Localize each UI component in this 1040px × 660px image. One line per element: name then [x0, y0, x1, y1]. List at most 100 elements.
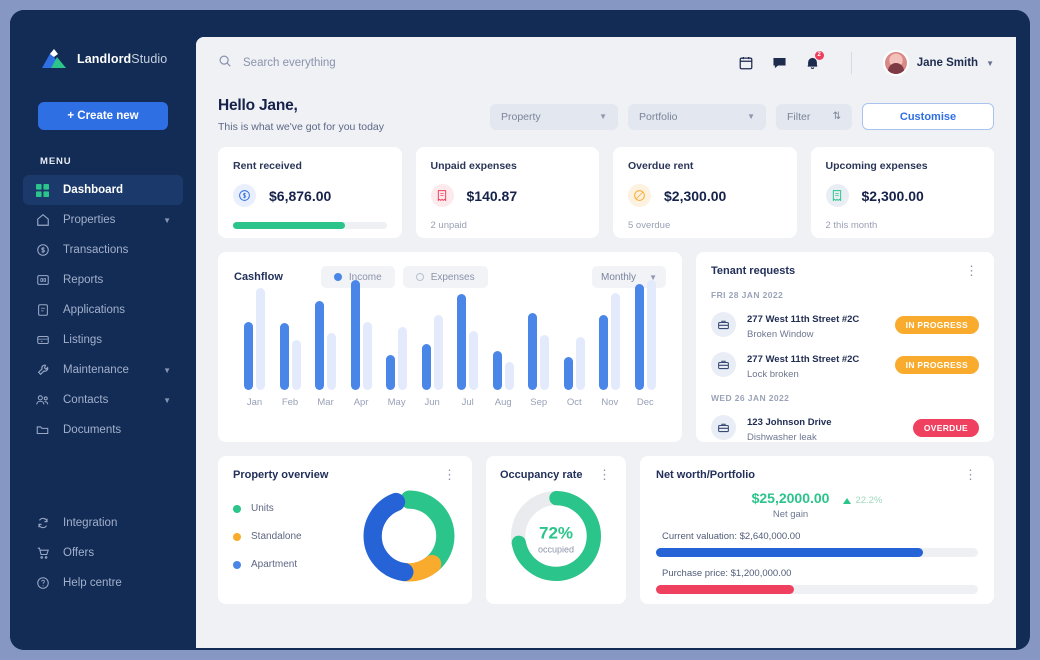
bar-pair	[351, 280, 372, 390]
receipt-icon	[826, 184, 849, 207]
occupancy-center-label: 72% occupied	[506, 523, 606, 554]
bar-income	[457, 294, 466, 390]
tenant-request-text: 123 Johnson DriveDishwasher leak	[747, 412, 831, 443]
bar-pair	[244, 280, 265, 390]
property-select[interactable]: Property ▼	[490, 104, 618, 130]
bar-income	[564, 357, 573, 390]
app-window: LandlordStudio + Create new MENU Dashboa…	[10, 10, 1030, 650]
net-worth-change-value: 22.2%	[855, 495, 882, 506]
bar-pair	[386, 280, 407, 390]
progress-fill	[656, 585, 794, 594]
tenant-request-item[interactable]: 277 West 11th Street #2CLock brokenIN PR…	[711, 349, 979, 380]
top-bar-icons: 2 Jane Smith ▼	[738, 50, 994, 76]
create-new-button[interactable]: + Create new	[38, 102, 168, 130]
sidebar-item-label: Maintenance	[63, 364, 150, 376]
sidebar-item-dashboard[interactable]: Dashboard	[23, 175, 183, 205]
net-worth-header: Net worth/Portfolio ⋮	[656, 469, 978, 481]
bar-month-group: Jul	[451, 280, 484, 408]
greeting: Hello Jane, This is what we've got for y…	[218, 97, 384, 133]
chevron-down-icon: ▼	[747, 112, 755, 121]
property-donut-chart	[361, 488, 457, 589]
customise-button[interactable]: Customise	[862, 103, 994, 130]
user-menu[interactable]: Jane Smith ▼	[883, 50, 994, 76]
main-content: 2 Jane Smith ▼ Hello Jane, This is what …	[196, 37, 1016, 648]
tenant-request-item[interactable]: 277 West 11th Street #2CBroken WindowIN …	[711, 309, 979, 340]
sidebar-item-maintenance[interactable]: Maintenance ▼	[23, 355, 183, 385]
bar-income	[635, 284, 644, 390]
cashflow-panel: Cashflow Income Expenses Monthly	[218, 252, 682, 442]
calendar-icon[interactable]	[738, 55, 754, 71]
bar-month-label: Mar	[317, 397, 333, 408]
sidebar-item-offers[interactable]: Offers	[23, 538, 183, 568]
tenant-request-desc: Lock broken	[747, 369, 859, 380]
bar-month-label: Nov	[601, 397, 618, 408]
stat-sub: 5 overdue	[628, 220, 782, 231]
property-select-label: Property	[501, 111, 541, 123]
bar-group: JanFebMarAprMayJunJulAugSepOctNovDec	[234, 298, 666, 408]
sidebar-item-label: Dashboard	[63, 184, 171, 196]
notification-badge: 2	[815, 51, 824, 60]
bar-pair	[528, 280, 549, 390]
tenant-request-date: WED 26 JAN 2022	[711, 393, 979, 403]
tenant-request-address: 277 West 11th Street #2C	[747, 354, 859, 365]
sidebar-item-label: Documents	[63, 424, 171, 436]
bar-expenses	[256, 288, 265, 390]
stat-title: Overdue rent	[628, 160, 782, 172]
more-options-icon[interactable]: ⋮	[598, 471, 612, 479]
cashflow-chart: JanFebMarAprMayJunJulAugSepOctNovDec	[234, 298, 666, 426]
sidebar-item-listings[interactable]: Listings	[23, 325, 183, 355]
sidebar-item-label: Reports	[63, 274, 171, 286]
sidebar-item-help-centre[interactable]: Help centre	[23, 568, 183, 598]
chat-icon[interactable]	[771, 55, 788, 71]
bar-pair	[280, 280, 301, 390]
cart-icon	[35, 546, 50, 561]
sidebar-item-label: Transactions	[63, 244, 171, 256]
middle-row: Cashflow Income Expenses Monthly	[196, 238, 1016, 442]
occupancy-percent: 72%	[506, 523, 606, 543]
people-icon	[35, 393, 50, 408]
more-options-icon[interactable]: ⋮	[443, 471, 457, 479]
listing-icon	[35, 333, 50, 348]
tenant-request-desc: Dishwasher leak	[747, 432, 831, 443]
sidebar-item-reports[interactable]: Reports	[23, 265, 183, 295]
sidebar-item-contacts[interactable]: Contacts ▼	[23, 385, 183, 415]
chevron-down-icon: ▼	[986, 59, 994, 68]
bar-month-label: Jun	[424, 397, 439, 408]
wrench-icon	[35, 363, 50, 378]
more-options-icon[interactable]: ⋮	[964, 471, 978, 479]
sidebar-item-label: Help centre	[63, 577, 171, 589]
filter-controls: Property ▼ Portfolio ▼ Filter ⇅ Customis…	[490, 97, 994, 130]
bar-pair	[635, 280, 656, 390]
tenant-request-item[interactable]: 123 Johnson DriveDishwasher leak OVERDUE	[711, 412, 979, 443]
sidebar-item-applications[interactable]: Applications	[23, 295, 183, 325]
stat-title: Upcoming expenses	[826, 160, 980, 172]
sidebar-item-properties[interactable]: Properties ▼	[23, 205, 183, 235]
bar-expenses	[327, 333, 336, 390]
bar-income	[280, 323, 289, 390]
status-badge: OVERDUE	[913, 419, 979, 437]
net-worth-change: 22.2%	[843, 490, 882, 506]
net-worth-value-label: Net gain	[752, 509, 830, 520]
chevron-down-icon: ▼	[163, 396, 171, 405]
bar-income	[493, 351, 502, 390]
sidebar: LandlordStudio + Create new MENU Dashboa…	[10, 10, 196, 650]
stat-sub: 2 this month	[826, 220, 980, 231]
bar-expenses	[292, 340, 301, 390]
portfolio-select[interactable]: Portfolio ▼	[628, 104, 766, 130]
sidebar-item-integration[interactable]: Integration	[23, 508, 183, 538]
sidebar-item-transactions[interactable]: Transactions	[23, 235, 183, 265]
bar-month-group: Jan	[238, 280, 271, 408]
occupancy-donut-chart: 72% occupied	[506, 486, 606, 591]
search-area	[218, 54, 738, 73]
search-input[interactable]	[243, 57, 503, 69]
more-options-icon[interactable]: ⋮	[965, 267, 979, 275]
chevron-down-icon: ▼	[599, 112, 607, 121]
bar-income	[599, 315, 608, 390]
net-worth-row-label: Current valuation: $2,640,000.00	[662, 531, 978, 542]
filter-button[interactable]: Filter ⇅	[776, 104, 852, 130]
sidebar-item-documents[interactable]: Documents	[23, 415, 183, 445]
bar-pair	[457, 280, 478, 390]
stat-sub: 2 unpaid	[431, 220, 585, 231]
bell-icon[interactable]: 2	[805, 55, 820, 71]
net-worth-value-block: $25,2000.00 Net gain	[752, 490, 830, 520]
